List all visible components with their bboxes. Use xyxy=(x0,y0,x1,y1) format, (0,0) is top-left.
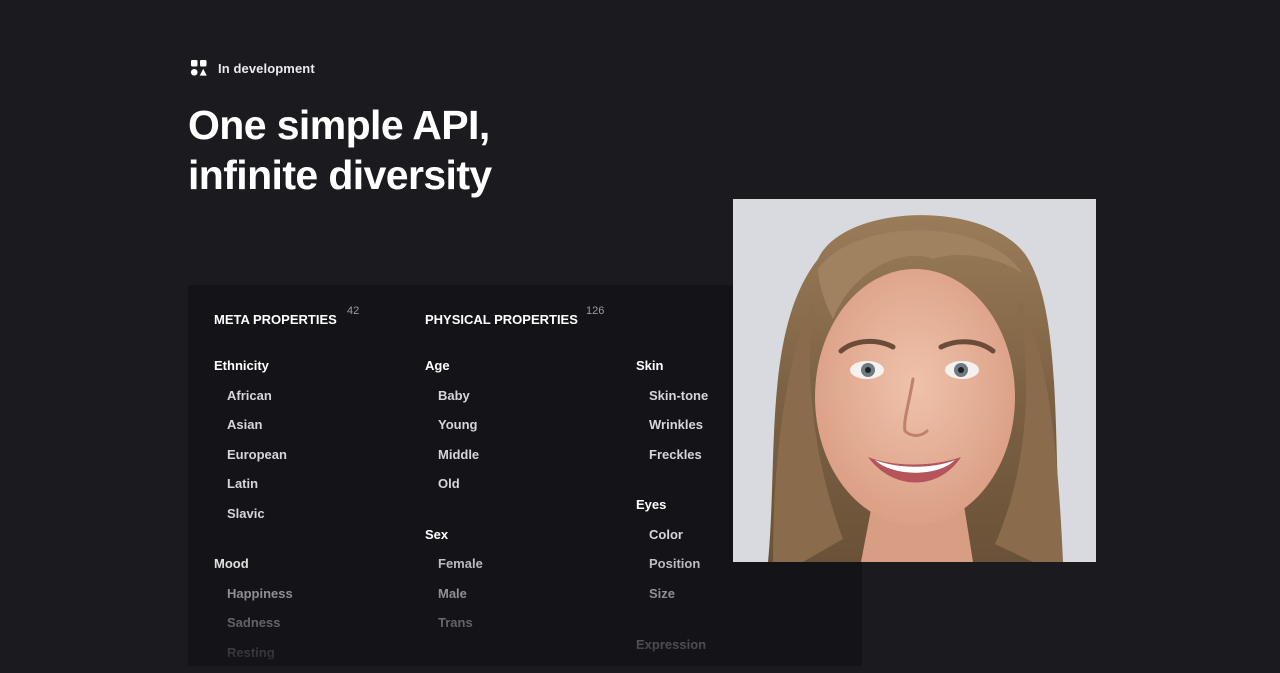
physical-properties-heading: PHYSICAL PROPERTIES 126 xyxy=(425,305,604,327)
group-ethnicity: Ethnicity xyxy=(214,358,269,373)
property-resting[interactable]: Resting xyxy=(227,645,275,660)
group-sex: Sex xyxy=(425,527,449,542)
development-status: In development xyxy=(190,59,315,77)
generated-face-portrait xyxy=(733,199,1096,562)
property-baby[interactable]: Baby xyxy=(438,388,470,403)
property-eye-position[interactable]: Position xyxy=(649,556,700,571)
property-skin-tone[interactable]: Skin-tone xyxy=(649,388,708,403)
grid-shapes-icon xyxy=(190,60,207,76)
property-european[interactable]: European xyxy=(227,447,287,462)
property-asian[interactable]: Asian xyxy=(227,417,262,432)
property-female[interactable]: Female xyxy=(438,556,483,571)
group-eyes: Eyes xyxy=(636,497,667,512)
group-mood: Mood xyxy=(214,556,249,571)
property-eye-size[interactable]: Size xyxy=(649,586,675,601)
title-line-1: One simple API, xyxy=(188,102,490,148)
property-freckles[interactable]: Freckles xyxy=(649,447,702,462)
meta-properties-heading: META PROPERTIES 42 xyxy=(214,305,359,327)
property-happiness[interactable]: Happiness xyxy=(227,586,293,601)
property-old[interactable]: Old xyxy=(438,476,460,491)
property-young[interactable]: Young xyxy=(438,417,477,432)
property-trans[interactable]: Trans xyxy=(438,615,473,630)
property-wrinkles[interactable]: Wrinkles xyxy=(649,417,703,432)
group-age: Age xyxy=(425,358,450,373)
meta-properties-count: 42 xyxy=(347,305,360,317)
property-male[interactable]: Male xyxy=(438,586,467,601)
physical-properties-title: PHYSICAL PROPERTIES xyxy=(425,312,578,327)
group-skin: Skin xyxy=(636,358,664,373)
property-african[interactable]: African xyxy=(227,388,272,403)
page-title: One simple API, infinite diversity xyxy=(188,100,492,200)
property-sadness[interactable]: Sadness xyxy=(227,615,280,630)
property-eye-color[interactable]: Color xyxy=(649,527,683,542)
property-latin[interactable]: Latin xyxy=(227,476,258,491)
property-middle[interactable]: Middle xyxy=(438,447,479,462)
page: In development One simple API, infinite … xyxy=(0,0,1280,673)
property-slavic[interactable]: Slavic xyxy=(227,506,265,521)
meta-properties-title: META PROPERTIES xyxy=(214,312,337,327)
physical-properties-count: 126 xyxy=(586,305,605,317)
group-expression: Expression xyxy=(636,637,707,652)
status-label: In development xyxy=(218,60,315,76)
portrait-illustration xyxy=(733,199,1096,562)
title-line-2: infinite diversity xyxy=(188,152,492,198)
